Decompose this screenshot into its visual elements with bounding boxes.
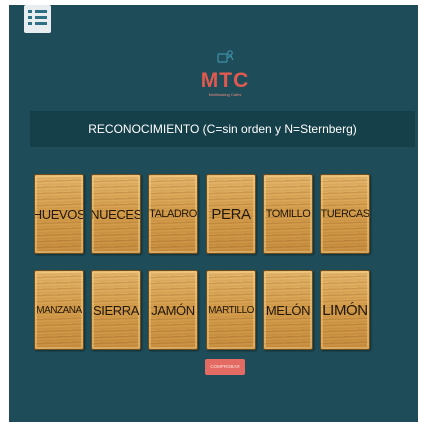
word-card-manzana[interactable]: MANZANA (34, 270, 84, 350)
word-card-pera[interactable]: PERA (206, 174, 256, 254)
app-logo: MTC Multitasking Cafes (199, 49, 251, 101)
logo-figure-icon (217, 50, 234, 63)
word-card-huevos[interactable]: HUEVOS (34, 174, 84, 254)
word-card-jamon[interactable]: JAMÓN (148, 270, 198, 350)
app-panel: MTC Multitasking Cafes RECONOCIMIENTO (C… (9, 5, 418, 422)
word-card-taladro[interactable]: TALADRO (148, 174, 198, 254)
word-card-nueces[interactable]: NUECES (91, 174, 141, 254)
task-title: RECONOCIMIENTO (C=sin orden y N=Sternber… (30, 111, 415, 147)
logo-subtitle: Multitasking Cafes (208, 92, 242, 97)
comprobar-button[interactable]: COMPROBAR (205, 359, 245, 375)
logo-text: MTC (200, 69, 250, 92)
word-card-tomillo[interactable]: TOMILLO (263, 174, 313, 254)
menu-list-icon[interactable] (24, 5, 51, 33)
word-card-martillo[interactable]: MARTILLO (206, 270, 256, 350)
word-card-tuercas[interactable]: TUERCAS (320, 174, 370, 254)
word-card-sierra[interactable]: SIERRA (91, 270, 141, 350)
word-card-limon[interactable]: LIMÓN (320, 270, 370, 350)
word-card-melon[interactable]: MELÓN (263, 270, 313, 350)
